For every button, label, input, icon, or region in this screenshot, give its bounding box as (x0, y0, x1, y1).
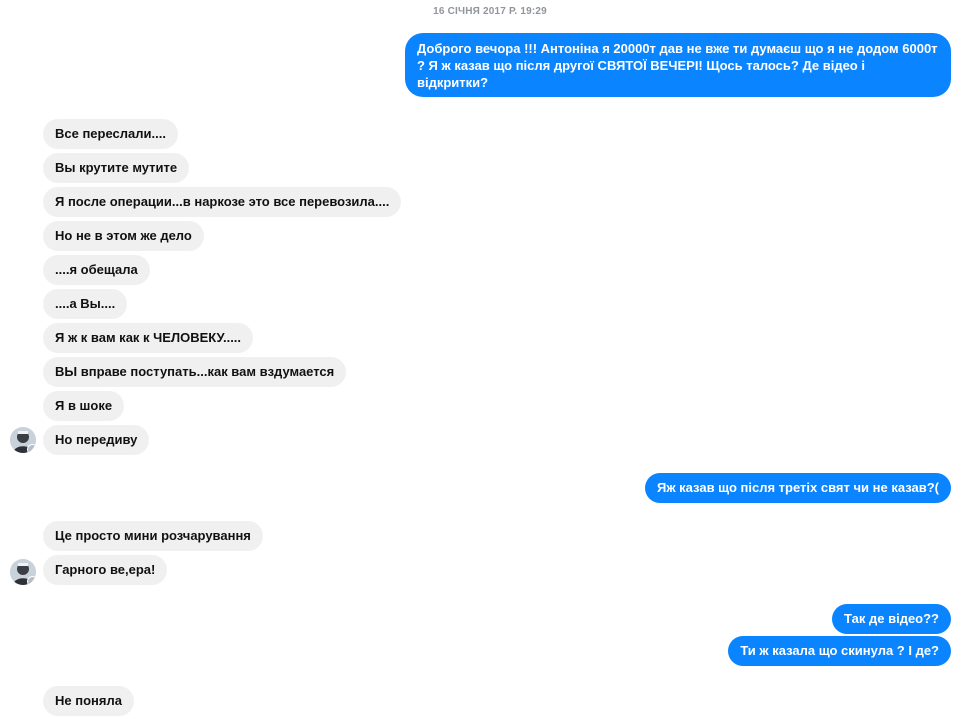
incoming-message-bubble[interactable]: ....а Вы.... (43, 289, 128, 319)
incoming-message-bubble[interactable]: Но передиву (43, 425, 150, 455)
incoming-message-bubble[interactable]: Гарного ве,ера! (43, 555, 168, 585)
chat-thread: 16 СІЧНЯ 2017 Р. 19:29 Доброго вечора !!… (0, 0, 966, 719)
incoming-message-bubble[interactable]: ВЫ вправе поступать...как вам вздумается (43, 357, 347, 387)
messenger-badge-icon (27, 576, 36, 585)
messenger-badge-icon (27, 444, 36, 453)
contact-avatar-icon[interactable] (10, 559, 36, 585)
outgoing-message-bubble[interactable]: Ти ж казала що скинула ? І де? (728, 636, 951, 666)
incoming-message-bubble[interactable]: Не поняла (43, 686, 134, 716)
incoming-message-bubble[interactable]: Я в шоке (43, 391, 125, 421)
incoming-message-bubble[interactable]: Це просто мини розчарування (43, 521, 263, 551)
incoming-message-bubble[interactable]: Я после операции...в наркозе это все пер… (43, 187, 402, 217)
outgoing-message-bubble[interactable]: Доброго вечора !!! Антоніна я 20000т дав… (405, 33, 951, 97)
contact-avatar-icon[interactable] (10, 427, 36, 453)
incoming-message-bubble[interactable]: ....я обещала (43, 255, 150, 285)
outgoing-message-bubble[interactable]: Яж казав що після третіх свят чи не каза… (644, 473, 951, 503)
incoming-message-bubble[interactable]: Все переслали.... (43, 119, 178, 149)
incoming-message-bubble[interactable]: Я ж к вам как к ЧЕЛОВЕКУ..... (43, 323, 254, 353)
message-timestamp: 16 СІЧНЯ 2017 Р. 19:29 (433, 6, 547, 17)
incoming-message-bubble[interactable]: Вы крутите мутите (43, 153, 190, 183)
incoming-message-bubble[interactable]: Но не в этом же дело (43, 221, 204, 251)
outgoing-message-bubble[interactable]: Так де відео?? (832, 604, 951, 634)
